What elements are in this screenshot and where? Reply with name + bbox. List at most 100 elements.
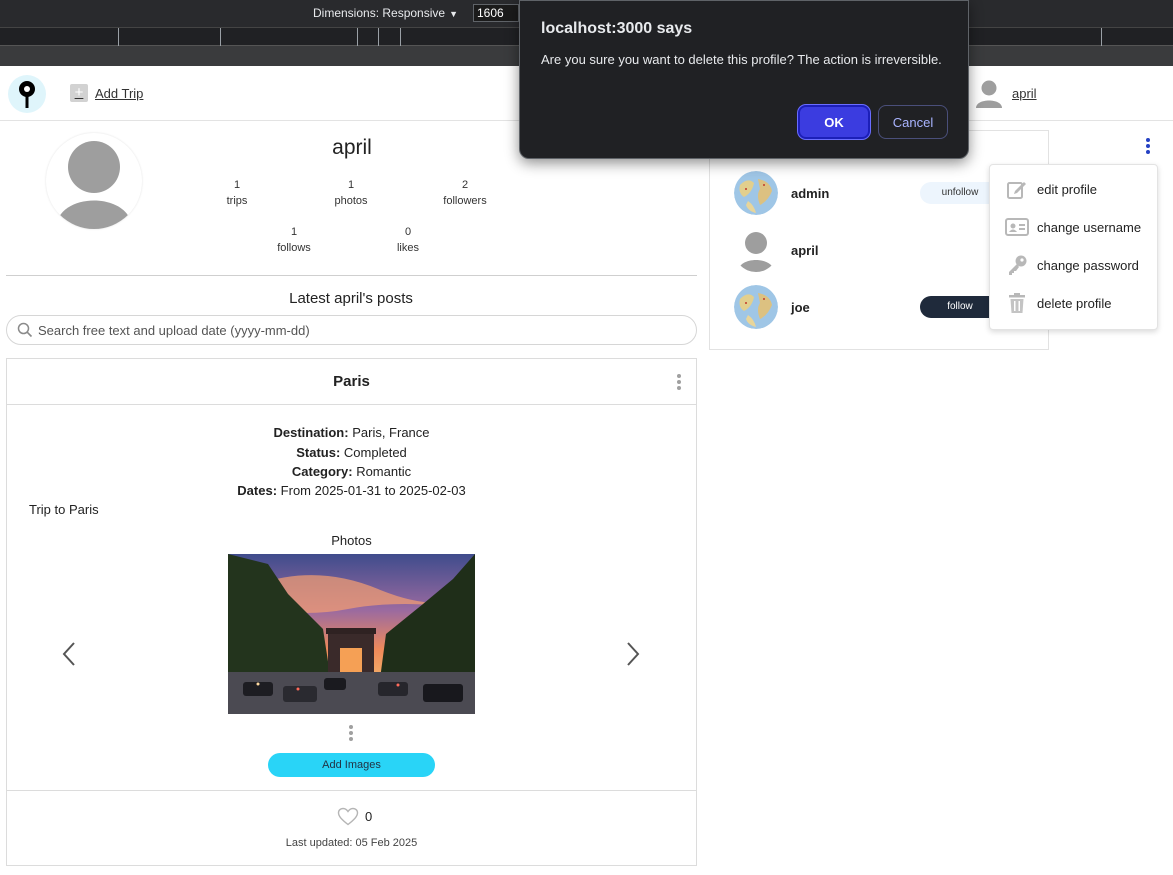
follower-row[interactable]: april	[734, 228, 818, 272]
menu-item-label: edit profile	[1037, 181, 1097, 197]
stat-trips[interactable]: 1 trips	[197, 177, 277, 209]
edit-icon	[1005, 178, 1029, 200]
carousel-prev-icon[interactable]	[59, 639, 79, 669]
likes-count: 0	[365, 809, 373, 824]
globe-icon	[734, 171, 778, 215]
stat-value: 1	[290, 226, 298, 238]
stat-followers[interactable]: 2 followers	[425, 177, 505, 209]
ruler-tick	[378, 28, 379, 46]
trip-dates: Dates: From 2025-01-31 to 2025-02-03	[7, 483, 696, 498]
header-user-link[interactable]: april	[975, 78, 1037, 108]
stat-label: followers	[443, 195, 487, 207]
user-avatar-icon	[976, 80, 1002, 108]
profile-avatar	[46, 133, 142, 229]
add-images-button[interactable]: Add Images	[268, 753, 435, 777]
stat-photos[interactable]: 1 photos	[311, 177, 391, 209]
stat-label: photos	[334, 195, 368, 207]
menu-item-edit-profile[interactable]: edit profile	[1005, 178, 1097, 200]
post-search-bar	[6, 315, 697, 345]
key-icon	[1005, 254, 1029, 276]
globe-avatar	[734, 285, 778, 329]
menu-item-change-password[interactable]: change password	[1005, 254, 1139, 276]
heart-icon[interactable]	[337, 807, 359, 826]
follower-name: joe	[791, 299, 810, 315]
trip-category: Category: Romantic	[7, 464, 696, 479]
photos-label: Photos	[331, 533, 372, 548]
ruler-tick	[357, 28, 358, 46]
photo-options-icon[interactable]	[349, 725, 353, 741]
stat-follows[interactable]: 1 follows	[254, 224, 334, 256]
trip-title: Paris	[333, 373, 370, 390]
dates-label: Dates:	[237, 483, 278, 498]
profile-divider	[6, 275, 697, 276]
globe-avatar	[734, 171, 778, 215]
stat-label: trips	[226, 195, 248, 207]
stat-likes[interactable]: 0 likes	[368, 224, 448, 256]
trip-description: Trip to Paris	[29, 502, 99, 517]
plus-icon: +	[70, 84, 88, 102]
trip-destination: Destination: Paris, France	[7, 425, 696, 440]
globe-icon	[734, 285, 778, 329]
viewport-width-input[interactable]: 1606	[473, 4, 519, 22]
follower-name: admin	[791, 185, 830, 201]
stat-value: 1	[233, 179, 241, 191]
search-input[interactable]	[38, 321, 678, 339]
arc-de-triomphe-photo	[228, 554, 475, 714]
trip-photo[interactable]	[228, 554, 475, 714]
carousel-next-icon[interactable]	[623, 639, 643, 669]
follower-row[interactable]: joe	[734, 285, 810, 329]
app-logo[interactable]	[8, 75, 46, 113]
profile-options-menu: edit profile change username change pass…	[989, 164, 1158, 330]
search-icon	[17, 322, 33, 338]
trip-options-icon[interactable]	[677, 374, 681, 390]
follower-name: april	[791, 242, 819, 258]
header-username: april	[1012, 85, 1037, 101]
dates-value: From 2025-01-31 to 2025-02-03	[280, 483, 466, 498]
stat-value: 2	[461, 179, 469, 191]
likes-row: 0	[337, 807, 372, 826]
menu-item-change-username[interactable]: change username	[1005, 216, 1141, 238]
stat-label: likes	[396, 242, 419, 254]
ruler-tick	[118, 28, 119, 46]
menu-item-label: change password	[1037, 257, 1139, 273]
confirm-dialog: localhost:3000 says Are you sure you wan…	[519, 0, 969, 159]
cancel-button[interactable]: Cancel	[878, 105, 948, 139]
destination-label: Destination:	[273, 425, 349, 440]
profile-options-icon[interactable]	[1146, 138, 1150, 154]
ok-button[interactable]: OK	[798, 105, 870, 139]
trip-status: Status: Completed	[7, 445, 696, 460]
menu-item-delete-profile[interactable]: delete profile	[1005, 292, 1111, 314]
menu-item-label: delete profile	[1037, 295, 1112, 311]
add-trip-link[interactable]: + Add Trip	[70, 84, 143, 102]
default-avatar-icon	[56, 141, 132, 229]
stat-label: follows	[277, 242, 311, 254]
category-label: Category:	[291, 464, 353, 479]
status-label: Status:	[296, 445, 341, 460]
add-trip-label: Add Trip	[95, 85, 144, 101]
trash-icon	[1005, 292, 1029, 314]
ruler-tick	[400, 28, 401, 46]
map-pin-icon	[19, 81, 35, 108]
default-avatar	[734, 228, 778, 272]
posts-heading: Latest april's posts	[289, 290, 413, 307]
destination-value: Paris, France	[352, 425, 430, 440]
dimensions-dropdown[interactable]: Dimensions: Responsive ▼	[313, 6, 458, 20]
follower-row[interactable]: admin	[734, 171, 829, 215]
menu-item-label: change username	[1037, 219, 1142, 235]
ruler-tick	[1101, 28, 1102, 46]
id-card-icon	[1005, 216, 1029, 238]
ruler-tick	[220, 28, 221, 46]
follow-button[interactable]: follow	[920, 296, 1000, 318]
dialog-title: localhost:3000 says	[541, 20, 693, 37]
stat-value: 1	[347, 179, 355, 191]
trip-card-footer-divider	[7, 790, 696, 791]
status-value: Completed	[343, 445, 407, 460]
category-value: Romantic	[356, 464, 412, 479]
unfollow-button[interactable]: unfollow	[920, 182, 1000, 204]
caret-down-icon: ▼	[449, 9, 458, 19]
trip-card-header: Paris	[7, 359, 696, 405]
profile-name: april	[332, 136, 372, 159]
dialog-message: Are you sure you want to delete this pro…	[541, 52, 942, 67]
trip-card: Paris Destination: Paris, France Status:…	[6, 358, 697, 866]
last-updated: Last updated: 05 Feb 2025	[285, 837, 418, 849]
